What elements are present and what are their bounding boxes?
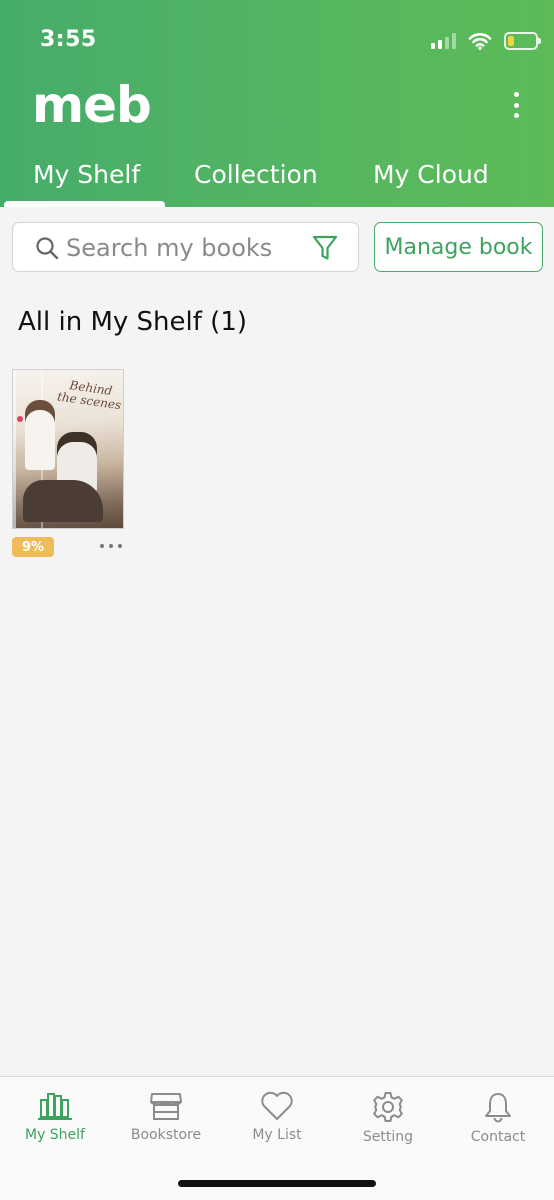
store-icon bbox=[150, 1093, 182, 1120]
tab-my-shelf[interactable]: My Shelf bbox=[33, 160, 140, 189]
reading-progress-badge: 9% bbox=[12, 537, 54, 557]
battery-icon bbox=[504, 32, 541, 50]
search-icon bbox=[36, 237, 59, 260]
tab-bar: My Shelf Collection My Cloud bbox=[0, 156, 554, 207]
book-cover[interactable]: Behind the scenes bbox=[12, 369, 124, 529]
vertical-ellipsis-icon[interactable] bbox=[512, 92, 520, 118]
nav-setting[interactable]: Setting bbox=[333, 1087, 443, 1157]
manage-book-button[interactable]: Manage book bbox=[374, 222, 543, 272]
status-icons bbox=[431, 30, 541, 52]
wifi-icon bbox=[468, 33, 492, 50]
bookshelf-icon bbox=[38, 1093, 72, 1120]
tab-my-cloud[interactable]: My Cloud bbox=[373, 160, 489, 189]
search-bar[interactable] bbox=[12, 222, 359, 272]
nav-my-list[interactable]: My List bbox=[222, 1087, 332, 1157]
nav-label: Setting bbox=[362, 1129, 414, 1145]
tab-collection[interactable]: Collection bbox=[194, 160, 318, 189]
filter-icon[interactable] bbox=[312, 234, 338, 262]
nav-contact[interactable]: Contact bbox=[443, 1087, 553, 1157]
heart-icon bbox=[261, 1091, 293, 1120]
status-time: 3:55 bbox=[40, 27, 97, 52]
nav-label: Contact bbox=[470, 1129, 526, 1145]
battery-level bbox=[508, 36, 514, 46]
publisher-logo-icon bbox=[17, 416, 23, 422]
nav-bookstore[interactable]: Bookstore bbox=[111, 1087, 221, 1157]
home-indicator[interactable] bbox=[178, 1180, 376, 1187]
active-tab-indicator bbox=[4, 201, 165, 207]
app-header: 3:55 meb My Shelf Collection My Cloud bbox=[0, 0, 554, 207]
book-options-icon[interactable] bbox=[100, 544, 122, 548]
section-title: All in My Shelf (1) bbox=[18, 307, 247, 337]
bell-icon bbox=[485, 1093, 511, 1123]
search-input[interactable] bbox=[66, 231, 306, 265]
nav-my-shelf[interactable]: My Shelf bbox=[0, 1087, 110, 1157]
cellular-signal-icon bbox=[431, 33, 456, 49]
app-logo: meb bbox=[32, 76, 152, 134]
cover-illustration bbox=[25, 400, 55, 470]
nav-label: My Shelf bbox=[24, 1127, 85, 1143]
nav-label: My List bbox=[252, 1127, 302, 1143]
nav-label: Bookstore bbox=[130, 1127, 202, 1143]
gear-icon bbox=[373, 1092, 403, 1122]
